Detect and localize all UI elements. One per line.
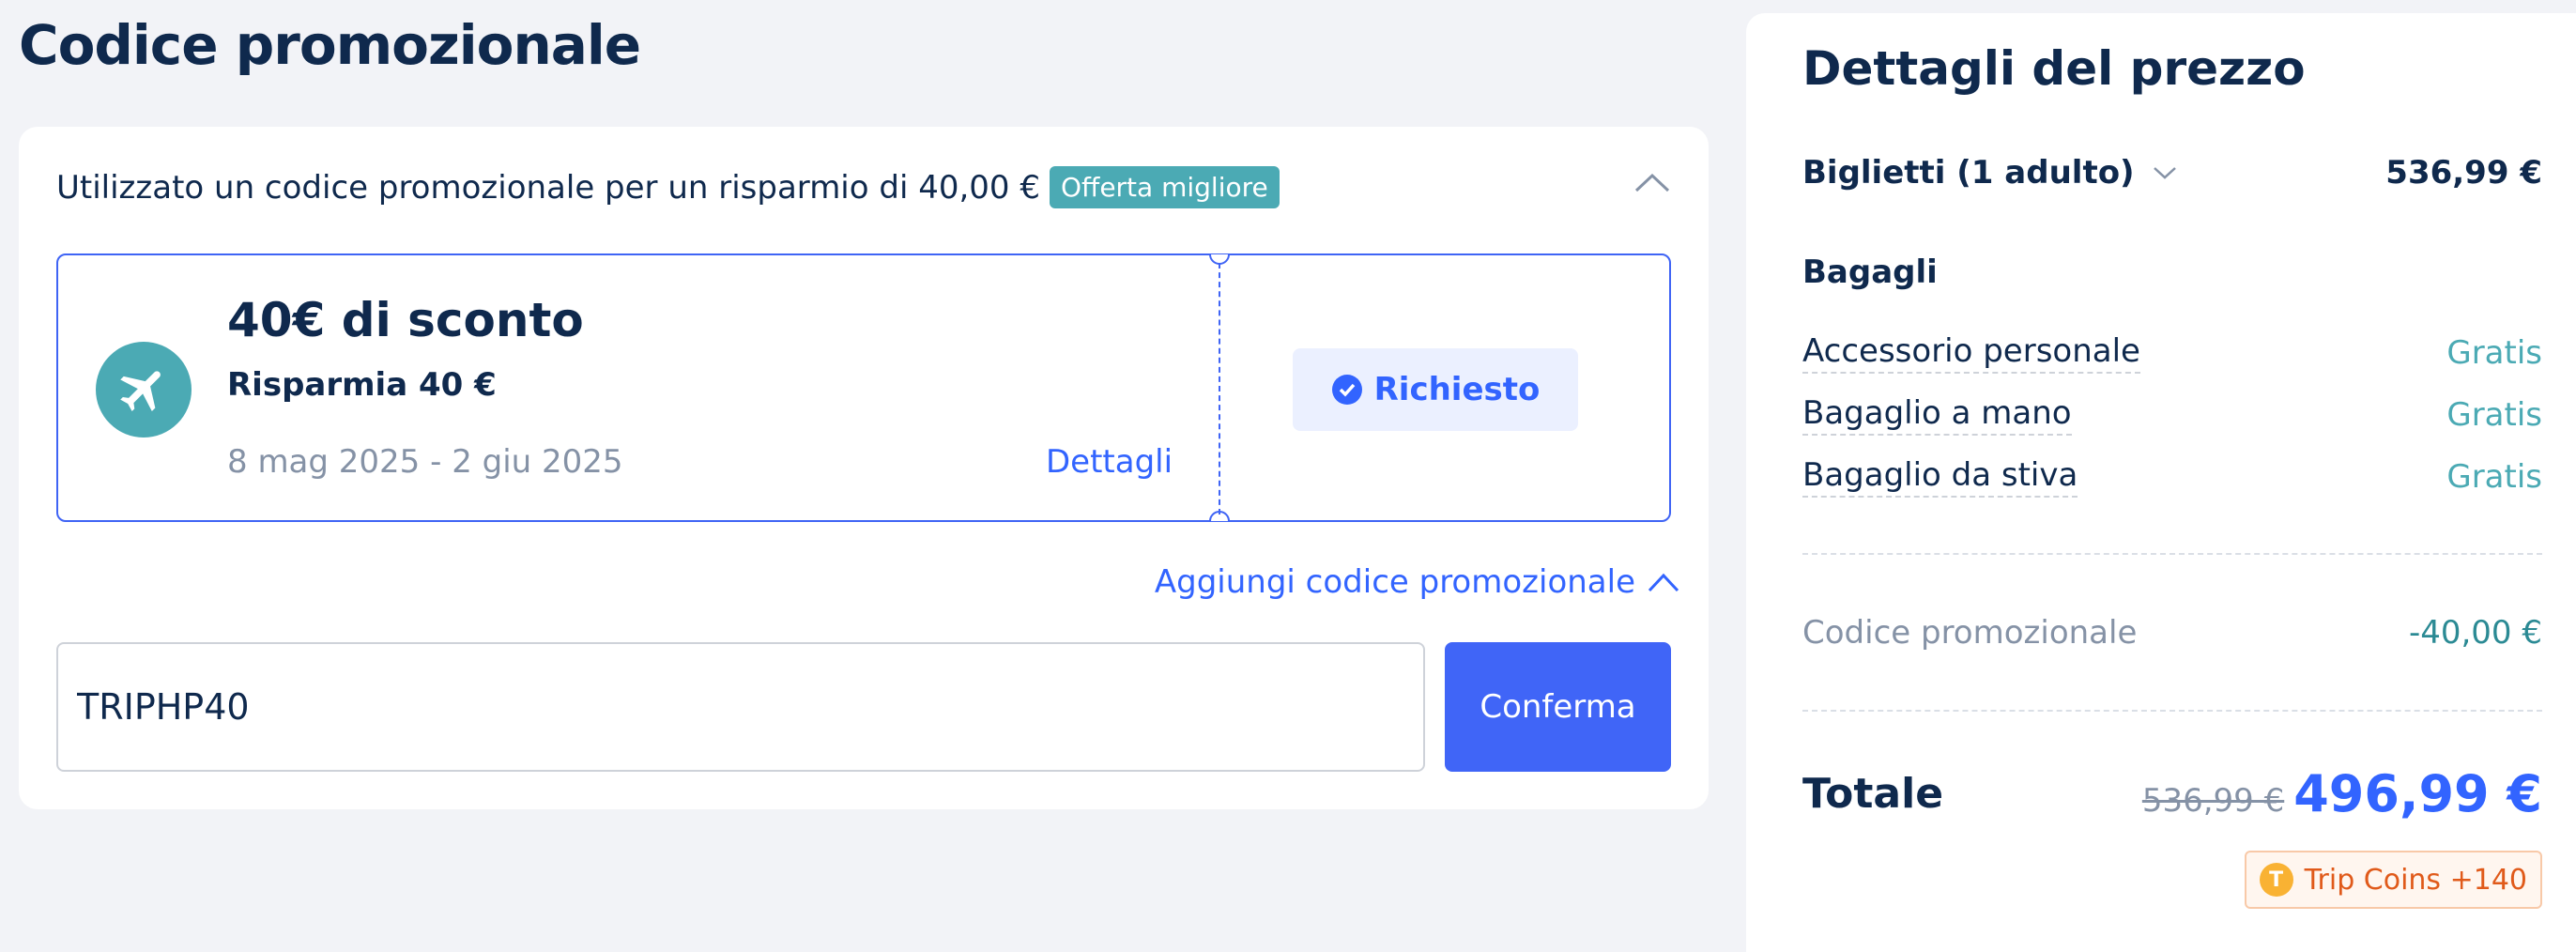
trip-coins-label: Trip Coins +140 [2304, 863, 2527, 897]
check-circle-icon [1331, 375, 1362, 405]
original-price: 536,99 € [2141, 782, 2285, 820]
baggage-heading-label: Bagagli [1802, 253, 1938, 291]
promo-code-card: Utilizzato un codice promozionale per un… [19, 127, 1709, 809]
tickets-row[interactable]: Biglietti (1 adulto) 536,99 € [1802, 154, 2542, 192]
chevron-up-icon[interactable] [1633, 168, 1671, 196]
divider [1802, 553, 2542, 555]
baggage-value: Gratis [2446, 396, 2542, 434]
promo-code-row-value: -40,00 € [2408, 614, 2542, 652]
baggage-row: Accessorio personale Gratis [1802, 332, 2542, 374]
tickets-value: 536,99 € [2385, 154, 2542, 192]
chevron-up-icon [1648, 573, 1679, 592]
baggage-value: Gratis [2446, 458, 2542, 496]
confirm-button[interactable]: Conferma [1445, 642, 1671, 772]
baggage-label[interactable]: Accessorio personale [1802, 332, 2140, 374]
baggage-row: Bagaglio a mano Gratis [1802, 394, 2542, 436]
total-label: Totale [1802, 770, 1944, 818]
baggage-label[interactable]: Bagaglio da stiva [1802, 456, 2078, 498]
price-details-panel: Dettagli del prezzo Biglietti (1 adulto)… [1746, 13, 2576, 952]
divider [1802, 710, 2542, 712]
trip-coin-icon: T [2259, 863, 2293, 897]
price-details-title: Dettagli del prezzo [1802, 41, 2306, 96]
promo-code-row: Codice promozionale -40,00 € [1802, 614, 2542, 652]
applied-status-label: Richiesto [1373, 371, 1541, 408]
trip-coins-badge[interactable]: T Trip Coins +140 [2244, 851, 2542, 909]
add-promo-code-label: Aggiungi codice promozionale [1154, 563, 1635, 601]
promo-code-row-label: Codice promozionale [1802, 614, 2138, 652]
baggage-row: Bagaglio da stiva Gratis [1802, 456, 2542, 498]
airplane-icon [96, 342, 192, 438]
coupon-notch-top [1209, 254, 1230, 265]
promo-code-input[interactable] [56, 642, 1425, 772]
coupon-subtitle: Risparmia 40 € [227, 366, 497, 404]
total-price: 496,99 € [2293, 764, 2542, 823]
coupon-dates: 8 mag 2025 - 2 giu 2025 [227, 443, 623, 481]
page-title: Codice promozionale [19, 13, 641, 77]
promo-summary-text: Utilizzato un codice promozionale per un… [56, 168, 1040, 207]
add-promo-code-toggle[interactable]: Aggiungi codice promozionale [1155, 563, 1680, 601]
tickets-label: Biglietti (1 adulto) [1802, 154, 2135, 192]
chevron-down-icon [2153, 167, 2176, 179]
applied-status-button[interactable]: Richiesto [1293, 348, 1578, 431]
promo-summary: Utilizzato un codice promozionale per un… [56, 166, 1280, 208]
coupon-divider [1219, 263, 1220, 514]
best-offer-badge: Offerta migliore [1049, 166, 1280, 208]
coupon-details-link[interactable]: Dettagli [1046, 443, 1173, 481]
baggage-heading: Bagagli [1802, 253, 2542, 291]
baggage-value: Gratis [2446, 334, 2542, 372]
total-row: Totale 536,99 € 496,99 € [1802, 764, 2542, 823]
coupon-title: 40€ di sconto [227, 293, 584, 347]
coupon-card: 40€ di sconto Risparmia 40 € 8 mag 2025 … [56, 253, 1671, 522]
baggage-label[interactable]: Bagaglio a mano [1802, 394, 2072, 436]
